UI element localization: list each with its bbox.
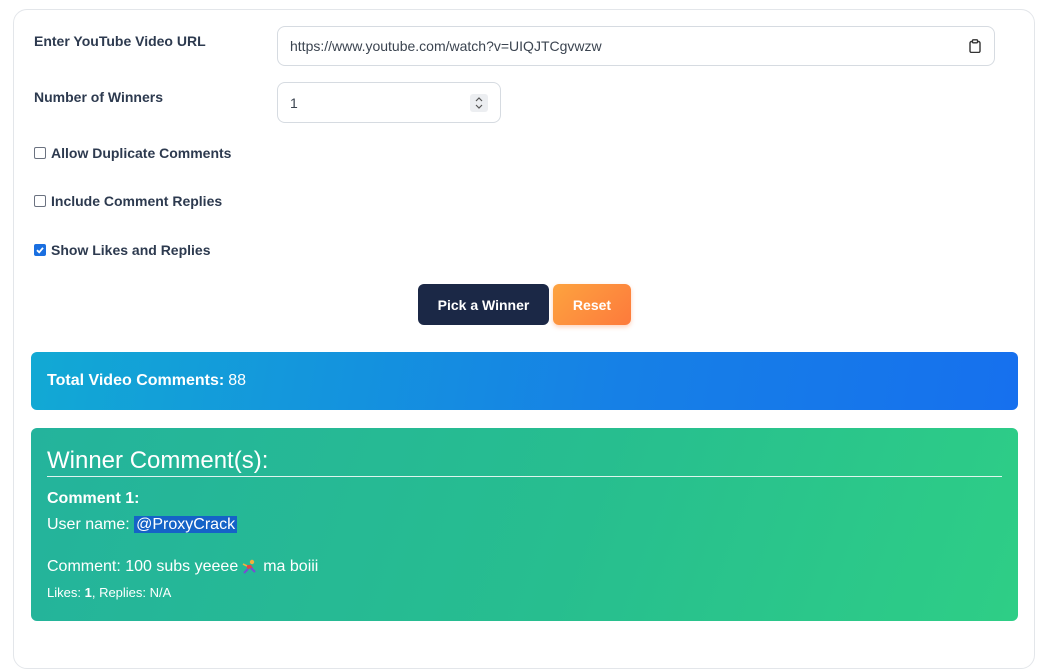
pick-winner-button[interactable]: Pick a Winner bbox=[418, 284, 549, 325]
winners-number-input[interactable]: 1 bbox=[277, 82, 501, 123]
total-comments-label: Total Video Comments: bbox=[47, 372, 225, 389]
comment-suffix: ma boiii bbox=[263, 558, 319, 575]
checkbox-include-replies[interactable] bbox=[34, 195, 46, 207]
comment-heading: Comment 1: bbox=[47, 490, 140, 507]
option-show-likes[interactable]: Show Likes and Replies bbox=[34, 242, 211, 258]
climbing-person-emoji bbox=[241, 559, 259, 575]
winner-username[interactable]: @ProxyCrack bbox=[134, 516, 238, 533]
divider bbox=[47, 476, 1002, 477]
youtube-url-input[interactable]: https://www.youtube.com/watch?v=UIQJTCgv… bbox=[277, 26, 995, 66]
winner-title: Winner Comment(s): bbox=[47, 447, 269, 474]
winner-comment-line: Comment: 100 subs yeeee ma boiii bbox=[47, 558, 318, 576]
likes-label: Likes: bbox=[47, 585, 81, 600]
option-include-replies[interactable]: Include Comment Replies bbox=[34, 193, 222, 209]
url-label: Enter YouTube Video URL bbox=[34, 33, 206, 49]
option-label: Include Comment Replies bbox=[51, 193, 223, 209]
username-prefix: User name: bbox=[47, 516, 135, 533]
checkmark-icon bbox=[36, 247, 44, 254]
comment-prefix: Comment: 100 subs yeeee bbox=[47, 558, 239, 575]
total-comments-banner: Total Video Comments: 88 bbox=[31, 352, 1018, 410]
total-comments-value: 88 bbox=[228, 372, 246, 389]
winner-panel: Winner Comment(s): Comment 1: User name:… bbox=[31, 428, 1018, 621]
replies-value: N/A bbox=[149, 585, 172, 600]
option-label: Allow Duplicate Comments bbox=[51, 145, 232, 161]
winner-stats: Likes: 1, Replies: N/A bbox=[47, 585, 172, 600]
winners-value[interactable]: 1 bbox=[290, 95, 470, 111]
likes-value: 1 bbox=[84, 585, 92, 600]
reset-button[interactable]: Reset bbox=[553, 284, 631, 325]
clipboard-icon[interactable] bbox=[968, 38, 982, 54]
winner-username-line: User name: @ProxyCrack bbox=[47, 516, 238, 534]
replies-label: Replies: bbox=[99, 585, 147, 600]
option-allow-duplicates[interactable]: Allow Duplicate Comments bbox=[34, 145, 231, 161]
winners-label: Number of Winners bbox=[34, 89, 163, 105]
checkbox-allow-duplicates[interactable] bbox=[34, 147, 46, 159]
checkbox-show-likes[interactable] bbox=[34, 244, 46, 256]
spinner-arrows-icon[interactable] bbox=[470, 93, 488, 112]
option-label: Show Likes and Replies bbox=[51, 242, 211, 258]
url-value[interactable]: https://www.youtube.com/watch?v=UIQJTCgv… bbox=[290, 38, 968, 54]
